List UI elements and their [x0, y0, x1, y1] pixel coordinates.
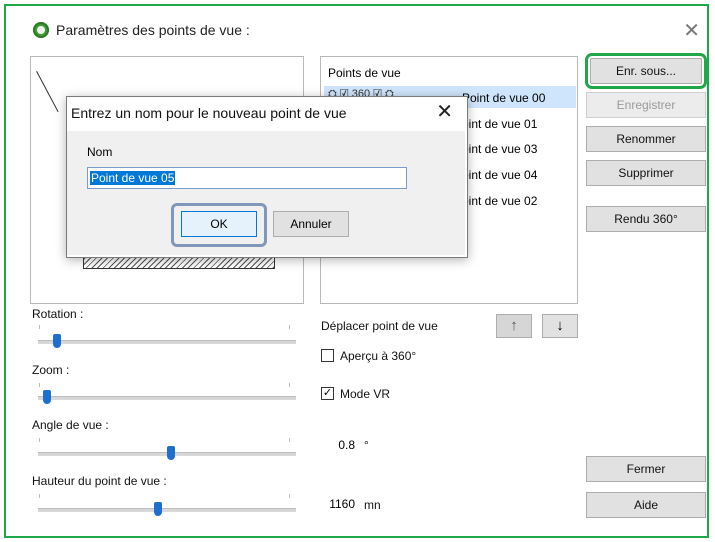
move-viewpoint-label: Déplacer point de vue	[321, 319, 438, 333]
name-input-value: Point de vue 05	[90, 171, 176, 185]
view-angle-value[interactable]: 0.8	[303, 433, 359, 457]
new-viewpoint-dialog: Entrez un nom pour le nouveau point de v…	[66, 96, 468, 258]
rotation-label: Rotation :	[32, 307, 84, 321]
help-button[interactable]: Aide	[586, 492, 706, 518]
dialog-body: Nom Point de vue 05 OK Annuler	[67, 131, 465, 255]
view-angle-label: Angle de vue :	[32, 418, 109, 432]
viewpoint-list-header: Points de vue	[328, 66, 401, 80]
height-unit: mn	[364, 498, 381, 512]
viewpoint-item[interactable]: oint de vue 02	[462, 194, 537, 208]
slider-tick	[39, 325, 40, 329]
zoom-slider-thumb[interactable]	[43, 390, 52, 404]
view-angle-slider-thumb[interactable]	[167, 446, 175, 460]
window-close-icon[interactable]: ✕	[683, 18, 700, 43]
move-down-button[interactable]: ↓	[542, 314, 578, 338]
preview-sightline	[36, 71, 59, 113]
rotation-slider-track[interactable]	[38, 340, 296, 344]
rotation-slider-thumb[interactable]	[53, 334, 62, 348]
vr-mode-label: Mode VR	[340, 387, 391, 401]
slider-tick	[39, 494, 40, 498]
close-button[interactable]: Fermer	[586, 456, 706, 482]
save-as-button[interactable]: Enr. sous...	[585, 53, 707, 89]
window-title: Paramètres des points de vue :	[56, 22, 250, 38]
dialog-title: Entrez un nom pour le nouveau point de v…	[71, 105, 347, 121]
height-value[interactable]: 1160	[303, 492, 359, 516]
app-logo-icon	[33, 22, 49, 38]
height-slider-thumb[interactable]	[154, 502, 163, 516]
cancel-button[interactable]: Annuler	[273, 211, 349, 237]
name-label: Nom	[87, 145, 113, 159]
move-up-button[interactable]: ↑	[496, 314, 532, 338]
viewpoint-item[interactable]: oint de vue 04	[462, 168, 537, 182]
ok-button[interactable]: OK	[181, 211, 257, 237]
render360-button[interactable]: Rendu 360°	[586, 206, 706, 232]
preview360-checkbox[interactable]	[321, 349, 334, 362]
preview360-label: Aperçu à 360°	[340, 349, 417, 363]
viewpoint-item[interactable]: oint de vue 01	[462, 117, 537, 131]
zoom-label: Zoom :	[32, 363, 70, 377]
vr-mode-checkbox[interactable]: ✓	[321, 387, 334, 400]
slider-tick	[289, 494, 290, 498]
view-angle-unit: °	[364, 438, 369, 452]
title-bar: Paramètres des points de vue : ✕	[20, 14, 710, 46]
delete-button[interactable]: Supprimer	[586, 160, 706, 186]
slider-tick	[39, 438, 40, 442]
viewpoint-item[interactable]: oint de vue 03	[462, 142, 537, 156]
height-slider-track[interactable]	[38, 508, 296, 512]
rename-button[interactable]: Renommer	[586, 126, 706, 152]
slider-tick	[39, 383, 40, 387]
slider-tick	[289, 438, 290, 442]
dialog-close-icon[interactable]: ✕	[436, 99, 453, 124]
name-input[interactable]: Point de vue 05	[87, 167, 407, 189]
slider-tick	[289, 383, 290, 387]
slider-tick	[289, 325, 290, 329]
viewpoint-item[interactable]: Point de vue 00	[462, 91, 545, 105]
zoom-slider-track[interactable]	[38, 396, 296, 400]
save-button[interactable]: Enregistrer	[586, 92, 706, 118]
height-label: Hauteur du point de vue :	[32, 474, 167, 488]
